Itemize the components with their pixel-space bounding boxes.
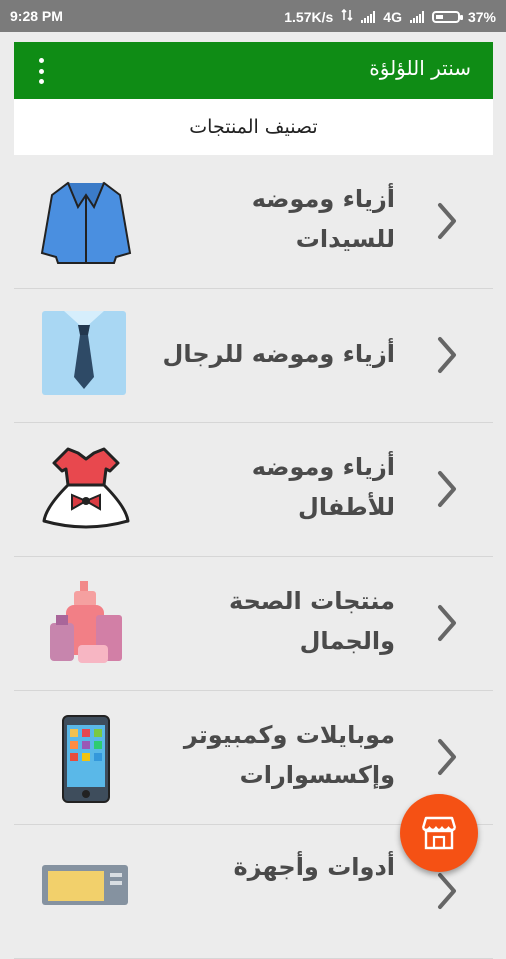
network-type: 4G — [383, 8, 402, 25]
category-label: أزياء وموضه للسيدات — [251, 185, 395, 253]
status-bar: 9:28 PM 1.57K/s 4G 37% — [0, 0, 506, 32]
section-title: تصنيف المنتجات — [189, 116, 318, 138]
app-bar: سنتر اللؤلؤة — [14, 42, 493, 99]
signal-strength-2-icon — [409, 10, 424, 23]
chevron-icon — [438, 203, 456, 239]
chevron-icon — [438, 873, 456, 909]
status-indicators: 1.57K/s 4G 37% — [284, 8, 496, 25]
store-fab-button[interactable] — [400, 794, 478, 872]
chevron-icon — [438, 471, 456, 507]
kids-dress-icon — [42, 447, 130, 529]
category-label: أدوات وأجهزة — [233, 853, 395, 881]
smartphone-icon — [62, 715, 110, 803]
battery-icon — [431, 10, 463, 23]
section-header: تصنيف المنتجات — [14, 99, 493, 155]
battery-percent: 37% — [467, 8, 496, 25]
status-time: 9:28 PM — [10, 8, 63, 24]
category-row-beauty[interactable]: منتجات الصحة والجمال — [14, 557, 493, 691]
category-row-men[interactable]: أزياء وموضه للرجال — [14, 289, 493, 423]
chevron-icon — [438, 605, 456, 641]
chevron-icon — [438, 337, 456, 373]
store-icon — [421, 816, 457, 850]
women-jacket-icon — [40, 181, 132, 264]
network-speed: 1.57K/s — [284, 8, 334, 25]
signal-strength-icon — [361, 10, 376, 23]
men-shirt-tie-icon — [42, 311, 126, 395]
app-title: سنتر اللؤلؤة — [369, 56, 471, 80]
cosmetics-icon — [50, 581, 122, 663]
category-label: منتجات الصحة والجمال — [229, 587, 395, 655]
data-transfer-icon — [341, 8, 353, 25]
overflow-menu-icon[interactable] — [36, 58, 46, 84]
category-label: أزياء وموضه للأطفال — [251, 453, 395, 521]
category-row-kids[interactable]: أزياء وموضه للأطفال — [14, 423, 493, 557]
chevron-icon — [438, 739, 456, 775]
category-label: موبايلات وكمبيوتر وإكسسوارات — [183, 721, 395, 789]
category-label: أزياء وموضه للرجال — [162, 340, 396, 368]
appliance-icon — [42, 865, 128, 905]
category-row-women[interactable]: أزياء وموضه للسيدات — [14, 155, 493, 289]
